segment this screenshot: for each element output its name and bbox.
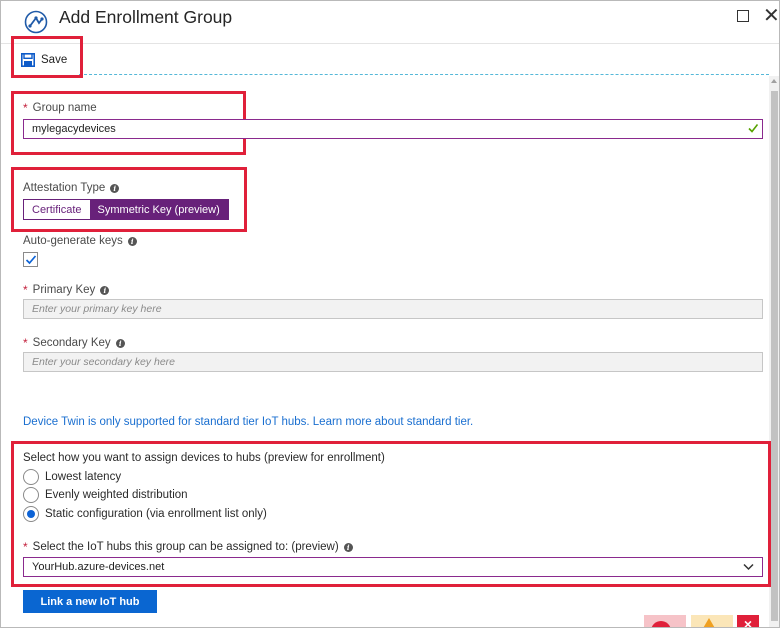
radio-lowest-latency[interactable]: Lowest latency (23, 468, 121, 486)
group-name-input[interactable]: mylegacydevices (23, 119, 763, 139)
radio-circle (23, 469, 39, 485)
scrollbar-thumb[interactable] (771, 91, 778, 621)
title-bar: Add Enrollment Group ✕ (1, 1, 779, 43)
toolbar-divider (1, 43, 779, 44)
focus-dashed-line (79, 74, 769, 75)
radio-evenly-weighted[interactable]: Evenly weighted distribution (23, 486, 188, 504)
iot-hubs-label: * Select the IoT hubs this group can be … (23, 540, 353, 554)
attestation-option-symmetric-key[interactable]: Symmetric Key (preview) (89, 200, 228, 219)
primary-key-label: * Primary Key i (23, 283, 110, 297)
info-icon[interactable]: i (115, 338, 125, 348)
radio-circle-selected (23, 506, 39, 522)
blade-title: Add Enrollment Group (59, 7, 233, 27)
info-icon[interactable]: i (110, 183, 120, 193)
dismiss-icon[interactable]: × (737, 615, 759, 627)
assignment-policy-label: Select how you want to assign devices to… (23, 452, 385, 464)
attestation-type-toggle: Certificate Symmetric Key (preview) (23, 199, 229, 220)
info-icon[interactable]: i (343, 542, 353, 552)
radio-static-configuration[interactable]: Static configuration (via enrollment lis… (23, 505, 267, 523)
link-new-iot-hub-button[interactable]: Link a new IoT hub (23, 590, 157, 613)
radio-circle (23, 487, 39, 503)
device-twin-learn-more-link[interactable]: Device Twin is only supported for standa… (23, 416, 473, 428)
close-icon[interactable]: ✕ (763, 6, 779, 26)
maximize-icon[interactable] (737, 10, 749, 22)
save-button[interactable]: Save (21, 49, 67, 71)
info-icon[interactable]: i (127, 236, 137, 246)
scroll-up-arrow-icon[interactable] (771, 79, 777, 83)
iot-hub-dps-icon (24, 10, 48, 34)
auto-generate-keys-label: Auto-generate keys i (23, 235, 137, 247)
secondary-key-label: * Secondary Key i (23, 336, 125, 350)
chevron-down-icon (743, 563, 754, 571)
checkbox-check-icon (25, 255, 37, 265)
secondary-key-input[interactable]: Enter your secondary key here (23, 352, 763, 372)
required-asterisk: * (23, 101, 28, 115)
checkmark-icon (748, 124, 758, 133)
save-label: Save (41, 54, 68, 66)
floppy-disk-icon (21, 53, 35, 67)
auto-generate-keys-checkbox[interactable] (23, 252, 38, 267)
required-asterisk: * (23, 336, 28, 350)
info-icon[interactable]: i (100, 285, 110, 295)
enrollment-group-blade: Add Enrollment Group ✕ Save * Group name… (0, 0, 780, 628)
attestation-option-certificate[interactable]: Certificate (24, 200, 90, 219)
iot-hubs-select[interactable]: YourHub.azure-devices.net (23, 557, 763, 577)
warning-icon (702, 618, 716, 627)
primary-key-input[interactable]: Enter your primary key here (23, 299, 763, 319)
attestation-type-label: Attestation Type i (23, 182, 120, 194)
group-name-label: * Group name (23, 101, 97, 115)
required-asterisk: * (23, 283, 28, 297)
required-asterisk: * (23, 540, 28, 554)
